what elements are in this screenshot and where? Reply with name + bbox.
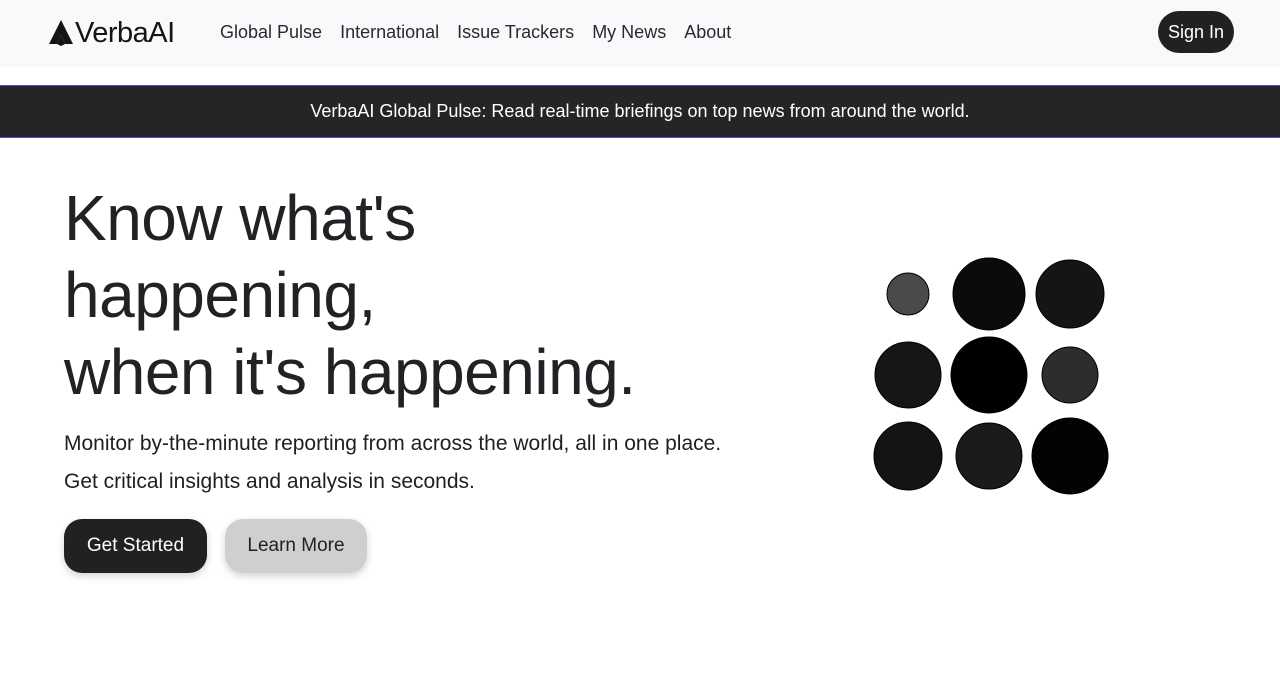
hero-title-line: Know what's (64, 182, 416, 254)
dot (1035, 259, 1105, 329)
nav-link-about[interactable]: About (684, 20, 731, 44)
hero-title-line: happening, (64, 259, 376, 331)
hero-subtitle: Monitor by-the-minute reporting from acr… (64, 432, 722, 493)
primary-nav: Global Pulse International Issue Tracker… (220, 20, 749, 44)
dot (1031, 417, 1109, 495)
hero-title: Know what's happening, when it's happeni… (64, 180, 636, 411)
announcement-text: VerbaAI Global Pulse: Read real-time bri… (310, 101, 970, 121)
dot-grid-graphic (873, 257, 1109, 495)
dot (886, 272, 930, 316)
brand-logo-icon (49, 20, 73, 46)
brand-logo-link[interactable]: VerbaAI (48, 14, 175, 52)
get-started-button[interactable]: Get Started (64, 519, 207, 573)
announcement-banner: VerbaAI Global Pulse: Read real-time bri… (0, 85, 1280, 138)
nav-link-issue-trackers[interactable]: Issue Trackers (457, 20, 574, 44)
nav-link-global-pulse[interactable]: Global Pulse (220, 20, 322, 44)
sign-in-button[interactable]: Sign In (1158, 11, 1234, 53)
top-navbar: VerbaAI Global Pulse International Issue… (0, 0, 1280, 67)
dot (874, 341, 942, 409)
nav-link-international[interactable]: International (340, 20, 439, 44)
dot (955, 422, 1023, 490)
dot (1041, 346, 1099, 404)
nav-link-my-news[interactable]: My News (592, 20, 666, 44)
learn-more-button[interactable]: Learn More (225, 519, 367, 573)
dot (950, 336, 1028, 414)
hero-title-line: when it's happening. (64, 336, 636, 408)
dot (952, 257, 1026, 331)
brand-name: VerbaAI (75, 16, 175, 49)
dot (873, 421, 943, 491)
